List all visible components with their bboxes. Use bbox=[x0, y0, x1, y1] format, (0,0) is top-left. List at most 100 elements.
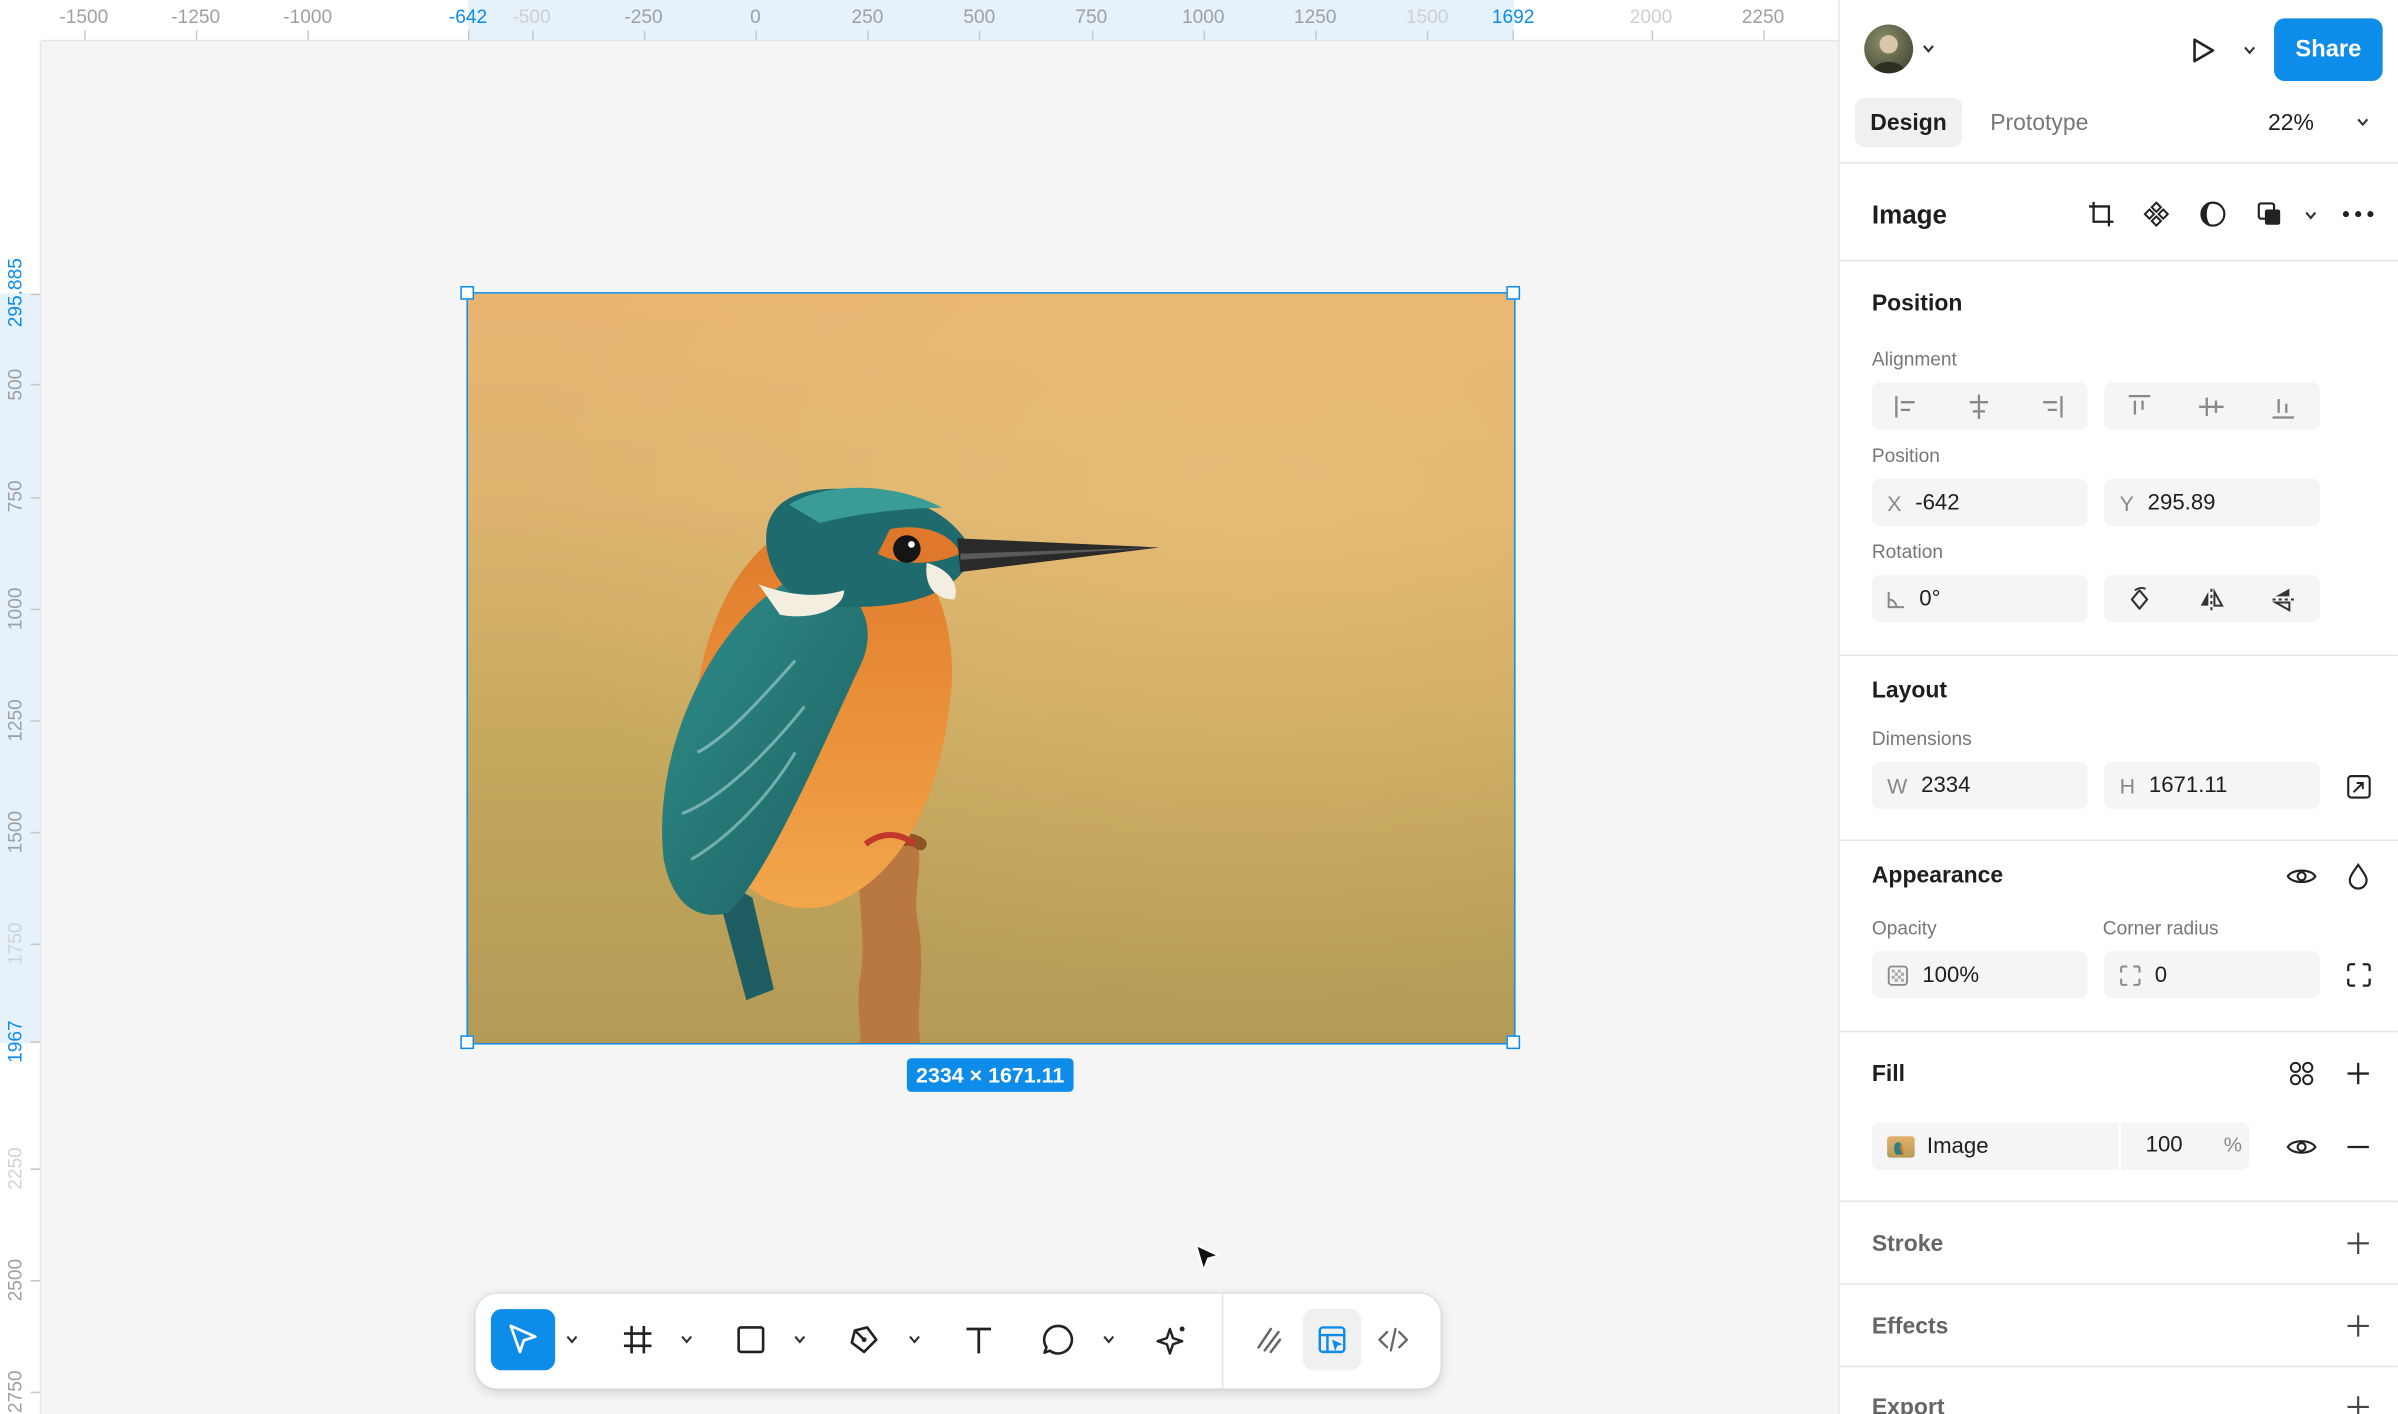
dev-mode-button[interactable] bbox=[1364, 1309, 1422, 1370]
styles-grid-icon[interactable] bbox=[2283, 1057, 2320, 1091]
resize-handle-top-left[interactable] bbox=[460, 285, 475, 300]
draw-mode-button[interactable] bbox=[1240, 1309, 1298, 1370]
x-position-field[interactable]: X -642 bbox=[1871, 478, 2088, 527]
fill-row[interactable]: Image bbox=[1871, 1122, 2250, 1170]
code-icon bbox=[1378, 1327, 1409, 1352]
tab-design[interactable]: Design bbox=[1855, 97, 1963, 147]
present-play-icon[interactable] bbox=[2182, 31, 2222, 71]
align-bottom-icon[interactable] bbox=[2248, 382, 2318, 429]
align-right-icon[interactable] bbox=[2016, 382, 2086, 429]
opacity-field[interactable]: 100% bbox=[1871, 951, 2088, 999]
rectangle-tool-button[interactable] bbox=[719, 1309, 783, 1370]
chevron-down-icon bbox=[681, 1335, 693, 1344]
comment-tool-button[interactable] bbox=[1026, 1309, 1090, 1370]
resize-to-fit-icon[interactable] bbox=[2341, 771, 2375, 802]
add-export-plus-icon[interactable] bbox=[2341, 1390, 2375, 1414]
ruler-left-tick bbox=[30, 944, 40, 946]
align-left-icon[interactable] bbox=[1872, 382, 1942, 429]
image-thumbnail-icon bbox=[1887, 1135, 1915, 1157]
y-value[interactable]: 295.89 bbox=[2148, 490, 2216, 514]
canvas-image[interactable] bbox=[467, 293, 1515, 1043]
opacity-value[interactable]: 100% bbox=[1922, 963, 1979, 987]
rotate-90-icon[interactable] bbox=[2104, 575, 2174, 622]
ruler-top-tick bbox=[531, 30, 534, 40]
design-mode-button[interactable] bbox=[1302, 1309, 1362, 1371]
pen-tool-caret[interactable] bbox=[907, 1327, 922, 1351]
avatar[interactable] bbox=[1864, 24, 1914, 74]
layer-header-section: Image bbox=[1839, 162, 2398, 260]
opacity-icon bbox=[1887, 964, 1908, 986]
ruler-left-tick bbox=[30, 720, 40, 722]
resize-handle-bottom-right[interactable] bbox=[1506, 1035, 1521, 1050]
ruler-left-label: 2750 bbox=[4, 1370, 26, 1414]
avatar-chevron-down-icon[interactable] bbox=[1921, 41, 1936, 56]
align-center-horizontal-icon[interactable] bbox=[1944, 382, 2014, 429]
add-stroke-plus-icon[interactable] bbox=[2341, 1226, 2375, 1260]
frame-tool-button[interactable] bbox=[606, 1309, 670, 1370]
rotation-label: Rotation bbox=[1871, 541, 1944, 563]
export-section: Export bbox=[1839, 1365, 2398, 1414]
text-tool-button[interactable] bbox=[947, 1309, 1011, 1370]
rectangle-tool-caret[interactable] bbox=[792, 1327, 807, 1351]
opacity-label: Opacity bbox=[1871, 917, 1937, 939]
corner-radius-value[interactable]: 0 bbox=[2155, 963, 2167, 987]
ruler-top-label: -500 bbox=[512, 6, 551, 28]
pen-tool-button[interactable] bbox=[832, 1309, 896, 1370]
component-icon[interactable] bbox=[2139, 197, 2173, 231]
resize-handle-top-right[interactable] bbox=[1506, 285, 1521, 300]
ruler-top-tick bbox=[755, 30, 758, 40]
rotation-field[interactable]: 0° bbox=[1871, 575, 2088, 623]
present-chevron-down-icon[interactable] bbox=[2242, 43, 2257, 58]
ruler-top-tick bbox=[1203, 30, 1205, 40]
share-button[interactable]: Share bbox=[2274, 18, 2383, 82]
ruler-top[interactable]: -1500 -1250 -1000 -642 -500 -250 0 250 500 750 100… bbox=[0, 0, 1839, 42]
boolean-union-icon[interactable] bbox=[2253, 197, 2287, 231]
blend-mode-drop-icon[interactable] bbox=[2341, 859, 2375, 893]
move-tool-button[interactable] bbox=[490, 1309, 556, 1371]
canvas[interactable]: -1500 -1250 -1000 -642 -500 -250 0 250 500 750 100… bbox=[0, 0, 1839, 1414]
crop-icon[interactable] bbox=[2084, 197, 2118, 231]
flip-vertical-icon[interactable] bbox=[2248, 575, 2318, 622]
resize-handle-bottom-left[interactable] bbox=[460, 1035, 475, 1050]
width-value[interactable]: 2334 bbox=[1921, 773, 1970, 797]
ruler-left[interactable]: 295.885 500 750 1000 1250 1500 1750 1967 2250 250… bbox=[0, 0, 42, 1414]
frame-tool-caret[interactable] bbox=[679, 1327, 694, 1351]
independent-corners-icon[interactable] bbox=[2341, 959, 2375, 990]
zoom-level[interactable]: 22% bbox=[2268, 110, 2314, 136]
comment-tool-caret[interactable] bbox=[1101, 1327, 1116, 1351]
fill-type-label[interactable]: Image bbox=[1927, 1134, 1989, 1158]
ruler-left-label: 500 bbox=[4, 368, 26, 401]
boolean-chevron-down-icon[interactable] bbox=[2303, 208, 2318, 223]
layer-title: Image bbox=[1871, 200, 1948, 230]
layout-heading: Layout bbox=[1871, 677, 1948, 704]
width-field[interactable]: W 2334 bbox=[1871, 761, 2088, 809]
alignment-label: Alignment bbox=[1871, 348, 1957, 371]
effects-section: Effects bbox=[1839, 1283, 2398, 1366]
add-effect-plus-icon[interactable] bbox=[2341, 1309, 2375, 1343]
visibility-eye-icon[interactable] bbox=[2283, 859, 2320, 893]
fill-opacity-value[interactable]: 100 bbox=[2146, 1133, 2183, 1157]
rotation-value[interactable]: 0° bbox=[1919, 586, 1940, 610]
ruler-left-tick bbox=[30, 608, 40, 610]
y-position-field[interactable]: Y 295.89 bbox=[2104, 478, 2320, 527]
tab-prototype[interactable]: Prototype bbox=[1974, 98, 2104, 147]
add-fill-plus-icon[interactable] bbox=[2341, 1057, 2375, 1091]
remove-fill-minus-icon[interactable] bbox=[2341, 1130, 2375, 1164]
more-options-icon[interactable] bbox=[2338, 197, 2378, 231]
height-value[interactable]: 1671.11 bbox=[2149, 773, 2228, 797]
ai-actions-button[interactable] bbox=[1141, 1309, 1205, 1370]
layout-section: Layout Dimensions W 2334 H 1671.11 bbox=[1839, 654, 2398, 840]
ruler-top-tick bbox=[1651, 30, 1653, 40]
move-tool-caret[interactable] bbox=[564, 1327, 579, 1351]
align-top-icon[interactable] bbox=[2104, 382, 2174, 429]
height-field[interactable]: H 1671.11 bbox=[2104, 761, 2320, 809]
text-icon bbox=[966, 1327, 991, 1354]
corner-radius-field[interactable]: 0 bbox=[2104, 951, 2320, 999]
x-prefix: X bbox=[1887, 490, 1902, 515]
zoom-chevron-down-icon[interactable] bbox=[2355, 115, 2370, 130]
x-value[interactable]: -642 bbox=[1915, 490, 1959, 514]
flip-horizontal-icon[interactable] bbox=[2176, 575, 2246, 622]
fill-visibility-eye-icon[interactable] bbox=[2283, 1130, 2320, 1164]
align-center-vertical-icon[interactable] bbox=[2176, 382, 2246, 429]
mask-icon[interactable] bbox=[2196, 197, 2230, 231]
